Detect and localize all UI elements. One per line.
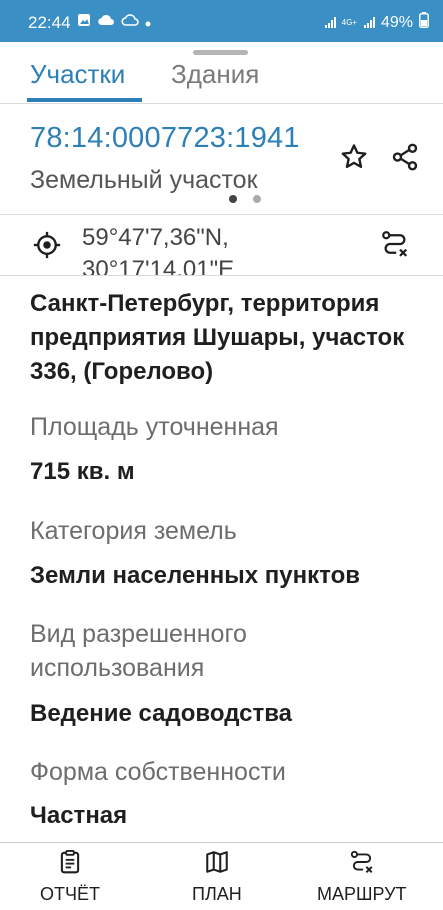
nav-report[interactable]: ОТЧЁТ	[40, 849, 100, 905]
tab-bar: Участки Здания	[0, 55, 443, 103]
nav-route[interactable]: МАРШРУТ	[317, 849, 407, 905]
permitted-use-value: Ведение садоводства	[30, 700, 292, 727]
coords-divider-bottom	[0, 275, 443, 276]
coordinates-row[interactable]: 59°47'7,36"N, 30°17'14,01"E	[0, 215, 443, 275]
category-label: Категория земель	[30, 517, 237, 545]
battery-level: 49%	[380, 13, 413, 31]
gallery-icon	[77, 13, 91, 32]
ownership-value: Частная	[30, 802, 128, 829]
share-icon	[390, 142, 420, 177]
area-label: Площадь уточненная	[30, 413, 279, 441]
cloud-outline-icon	[121, 13, 139, 32]
latitude: 59°47'7,36"N,	[82, 224, 229, 251]
notification-icons	[77, 13, 151, 32]
tab-buildings[interactable]: Здания	[171, 59, 259, 90]
signal-icon-2	[363, 16, 375, 29]
clipboard-icon	[57, 849, 83, 880]
share-button[interactable]	[388, 142, 422, 176]
coordinates-text: 59°47'7,36"N, 30°17'14,01"E	[82, 222, 234, 275]
star-icon	[339, 142, 369, 177]
page-dot-active	[229, 195, 237, 203]
parcel-address: Санкт-Петербург, территория предприятия …	[30, 290, 405, 385]
battery-icon	[419, 12, 429, 33]
location-target-icon	[30, 228, 64, 262]
signal-icon	[324, 16, 336, 29]
page-dot	[253, 195, 261, 203]
nav-plan[interactable]: ПЛАН	[192, 849, 242, 905]
category-value: Земли населенных пунктов	[30, 562, 361, 589]
area-value: 715 кв. м	[30, 458, 135, 485]
nav-report-label: ОТЧЁТ	[40, 884, 101, 904]
parcel-type: Земельный участок	[30, 166, 258, 194]
active-tab-indicator	[27, 98, 142, 102]
permitted-use-label: Вид разрешенного использования	[30, 620, 247, 682]
tab-parcels[interactable]: Участки	[30, 59, 125, 90]
status-time: 22:44	[28, 13, 71, 32]
map-icon	[203, 849, 231, 880]
cadastral-number[interactable]: 78:14:0007723:1941	[30, 122, 300, 155]
nav-route-label: МАРШРУТ	[317, 884, 407, 904]
ownership-label: Форма собственности	[30, 758, 286, 786]
page-indicator	[229, 195, 261, 203]
longitude: 30°17'14,01"E	[82, 256, 235, 275]
favorite-button[interactable]	[337, 142, 371, 176]
header-divider	[0, 103, 443, 104]
system-icons: 4G+ 49%	[324, 12, 429, 33]
cloud-icon	[97, 13, 115, 32]
route-button[interactable]	[378, 229, 412, 263]
route-icon	[349, 849, 375, 880]
dot-icon	[145, 14, 151, 32]
route-icon	[380, 229, 410, 264]
network-type: 4G+	[341, 17, 357, 27]
status-bar: 22:44 4G+ 49%	[0, 0, 443, 42]
nav-plan-label: ПЛАН	[192, 884, 242, 904]
bottom-navigation: ОТЧЁТ ПЛАН МАРШРУТ	[0, 842, 443, 910]
